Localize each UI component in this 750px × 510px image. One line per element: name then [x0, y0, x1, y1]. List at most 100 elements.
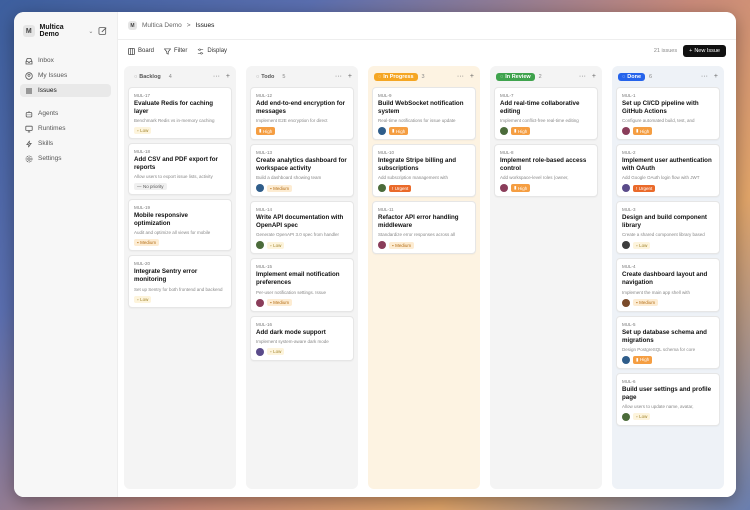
more-icon[interactable]: ···	[579, 73, 586, 80]
issue-card[interactable]: MUL-15 Implement email notification prefe…	[250, 258, 354, 312]
priority-badge[interactable]: ▪ Medium	[633, 299, 659, 306]
sidebar-item-agents[interactable]: Agents	[20, 107, 111, 120]
avatar[interactable]	[622, 241, 630, 250]
avatar[interactable]	[622, 127, 630, 136]
avatar[interactable]	[500, 184, 508, 193]
filter-button[interactable]: Filter	[164, 48, 187, 55]
filter-label: Filter	[174, 48, 188, 54]
sidebar-item-my-issues[interactable]: My Issues	[20, 69, 111, 82]
priority-badge[interactable]: ! Urgent	[633, 184, 656, 192]
avatar[interactable]	[622, 355, 630, 364]
priority-badge[interactable]: ▫ Low	[134, 295, 152, 303]
issue-card[interactable]: MUL-5 Set up database schema and migratio…	[616, 315, 720, 369]
list-icon	[26, 88, 32, 93]
breadcrumb-workspace[interactable]: Multica Demo	[142, 22, 182, 29]
issue-card[interactable]: MUL-16 Add dark mode support Implement sys…	[250, 315, 354, 361]
more-icon[interactable]: ···	[701, 73, 708, 80]
add-icon[interactable]: +	[592, 73, 596, 80]
issue-id: MUL-17	[134, 93, 151, 98]
column-title: Backlog	[139, 73, 161, 80]
issue-card[interactable]: MUL-10 Integrate Stripe billing and subsc…	[372, 144, 476, 198]
priority-label: Medium	[273, 300, 290, 305]
sidebar-item-skills[interactable]: Skills	[20, 137, 111, 150]
issue-title: Mobile responsive optimization	[134, 212, 188, 228]
workspace-switcher[interactable]: M Multica Demo ⌄	[20, 22, 111, 40]
priority-badge[interactable]: ▮ High	[511, 184, 531, 193]
priority-badge[interactable]: ▮ High	[511, 127, 531, 136]
priority-badge[interactable]: ▮ High	[389, 127, 409, 136]
priority-icon: !	[392, 185, 394, 191]
avatar[interactable]	[256, 347, 264, 356]
priority-badge[interactable]: ▮ High	[633, 355, 653, 364]
avatar[interactable]	[256, 184, 264, 193]
issue-id: MUL-10	[378, 150, 395, 156]
sidebar-item-issues[interactable]: Issues	[20, 84, 111, 97]
priority-badge[interactable]: ▪ Medium	[267, 184, 293, 192]
issue-card[interactable]: MUL-7 Add real-time collaborative editing…	[494, 87, 598, 141]
issue-card[interactable]: MUL-6 Build user settings and profile pag…	[616, 372, 720, 426]
column-title: Done	[627, 73, 642, 80]
status-pill: ◌ In Review	[496, 72, 535, 81]
issue-card[interactable]: MUL-4 Create dashboard layout and navigat…	[616, 258, 720, 312]
priority-badge[interactable]: ▫ Low	[267, 241, 285, 249]
lightning-icon	[26, 140, 32, 147]
avatar[interactable]	[378, 184, 386, 193]
issue-card[interactable]: MUL-12 Add end-to-end encryption for mess…	[250, 87, 354, 141]
priority-label: No priority	[143, 184, 164, 190]
priority-badge[interactable]: ▮ High	[256, 127, 276, 136]
add-icon[interactable]: +	[226, 73, 230, 80]
sidebar-item-settings[interactable]: Settings	[20, 152, 111, 165]
priority-badge[interactable]: ▫ Low	[633, 241, 651, 249]
priority-badge[interactable]: ▪ Medium	[134, 239, 160, 247]
issue-card[interactable]: MUL-19 Mobile responsive optimization Audi…	[128, 199, 232, 252]
breadcrumb-separator: >	[186, 22, 191, 29]
priority-badge[interactable]: ! Urgent	[389, 184, 412, 192]
issue-card[interactable]: MUL-3 Design and build component library C…	[616, 201, 720, 255]
avatar[interactable]	[256, 298, 264, 307]
card-footer: ▫ Low	[134, 295, 226, 303]
priority-badge[interactable]: ▪ Medium	[267, 299, 293, 306]
workspace-badge-small: M	[128, 21, 137, 30]
more-icon[interactable]: ···	[213, 73, 220, 80]
issue-card[interactable]: MUL-8 Implement role-based access control…	[494, 144, 598, 198]
priority-badge[interactable]: — No priority	[134, 183, 167, 191]
more-icon[interactable]: ···	[335, 73, 342, 80]
add-icon[interactable]: +	[714, 73, 718, 80]
issue-id: MUL-3	[622, 207, 636, 213]
add-icon[interactable]: +	[348, 73, 352, 80]
issue-card[interactable]: MUL-18 Add CSV and PDF export for reports…	[128, 143, 232, 196]
priority-badge[interactable]: ▫ Low	[134, 127, 152, 135]
issue-title: Implement role-based access control	[500, 157, 587, 173]
avatar[interactable]	[622, 298, 630, 307]
add-icon[interactable]: +	[470, 73, 474, 80]
priority-badge[interactable]: ▪ Medium	[389, 241, 415, 249]
avatar[interactable]	[500, 127, 508, 136]
priority-badge[interactable]: ▮ High	[633, 127, 653, 136]
issue-card[interactable]: MUL-9 Build WebSocket notification system…	[372, 87, 476, 141]
compose-icon[interactable]	[98, 26, 108, 36]
issue-title: Implement email notification preferences	[256, 271, 340, 287]
issue-card[interactable]: MUL-20 Integrate Sentry error monitoring S…	[128, 255, 232, 308]
avatar[interactable]	[622, 184, 630, 193]
display-button[interactable]: Display	[197, 48, 227, 55]
issue-card[interactable]: MUL-17 Evaluate Redis for caching layer Be…	[128, 87, 232, 140]
avatar[interactable]	[256, 241, 264, 250]
more-icon[interactable]: ···	[457, 73, 464, 80]
sidebar-item-inbox[interactable]: Inbox	[20, 54, 111, 67]
priority-label: Low	[140, 296, 149, 302]
issue-card[interactable]: MUL-11 Refactor API error handling middle…	[372, 201, 476, 255]
priority-badge[interactable]: ▫ Low	[633, 413, 651, 421]
issue-card[interactable]: MUL-13 Create analytics dashboard for wor…	[250, 144, 354, 198]
avatar[interactable]	[378, 241, 386, 250]
avatar[interactable]	[378, 127, 386, 136]
issue-card[interactable]: MUL-14 Write API documentation with OpenA…	[250, 201, 354, 255]
board-view-button[interactable]: Board	[128, 47, 154, 55]
issue-card[interactable]: MUL-1 Set up CI/CD pipeline with GitHub A…	[616, 87, 720, 141]
issue-id: MUL-16	[256, 321, 273, 327]
avatar[interactable]	[622, 412, 630, 421]
priority-badge[interactable]: ▫ Low	[267, 348, 285, 356]
new-issue-button[interactable]: + New Issue	[683, 45, 726, 57]
card-footer: ▫ Low	[256, 347, 348, 356]
sidebar-item-runtimes[interactable]: Runtimes	[20, 122, 111, 135]
issue-card[interactable]: MUL-2 Implement user authentication with …	[616, 144, 720, 198]
